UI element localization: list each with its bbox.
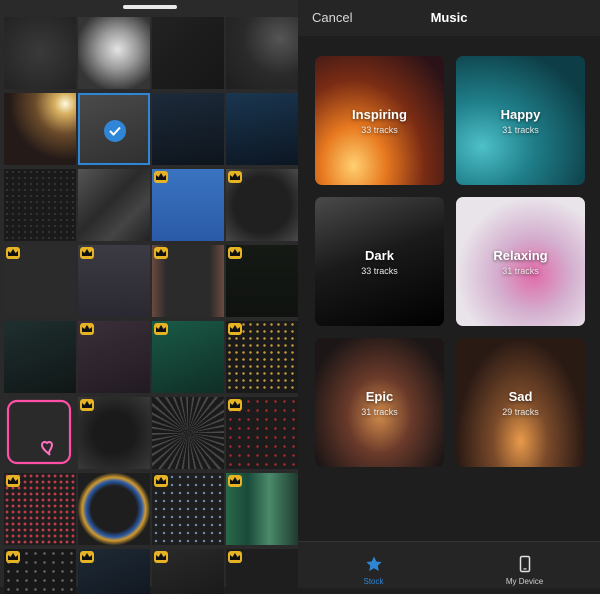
premium-crown-icon [228,171,242,183]
category-card-happy[interactable]: Happy 31 tracks [456,56,585,185]
premium-crown-icon [228,475,242,487]
premium-crown-icon [80,323,94,335]
premium-crown-icon [6,475,20,487]
category-card-inspiring[interactable]: Inspiring 33 tracks [315,56,444,185]
overlay-thumbnail[interactable] [78,473,150,545]
premium-crown-icon [154,475,168,487]
overlay-thumbnail[interactable] [226,321,298,393]
overlay-thumbnail[interactable] [4,397,76,469]
premium-crown-icon [80,551,94,563]
tab-label: My Device [505,577,544,586]
overlay-thumbnail[interactable] [152,245,224,317]
overlay-thumbnail[interactable] [4,245,76,317]
category-name: Happy [500,106,541,122]
premium-crown-icon [6,247,20,259]
overlay-thumbnail[interactable] [152,321,224,393]
overlay-thumbnail[interactable] [4,321,76,393]
category-track-count: 31 tracks [502,124,539,135]
category-name: Epic [365,388,394,404]
overlay-thumbnail[interactable] [4,17,76,89]
tab-stock[interactable]: Stock [298,542,449,588]
premium-crown-icon [154,323,168,335]
overlay-thumbnail[interactable] [4,549,76,594]
star-icon [365,556,382,571]
category-card-relaxing[interactable]: Relaxing 31 tracks [456,197,585,326]
category-track-count: 29 tracks [502,406,539,417]
phone-icon [519,555,530,573]
overlay-thumbnail[interactable] [78,321,150,393]
overlay-thumbnail[interactable] [226,473,298,545]
overlay-thumbnail[interactable] [78,17,150,89]
overlay-thumbnail[interactable] [78,93,150,165]
premium-crown-icon [6,551,20,563]
overlay-thumbnail[interactable] [226,549,298,594]
premium-crown-icon [228,247,242,259]
category-card-dark[interactable]: Dark 33 tracks [315,197,444,326]
overlay-thumbnail[interactable] [226,17,298,89]
overlay-thumbnail[interactable] [152,17,224,89]
premium-crown-icon [154,551,168,563]
premium-crown-icon [228,551,242,563]
selected-check-icon [104,120,126,142]
premium-crown-icon [228,399,242,411]
overlay-thumbnail[interactable] [152,397,224,469]
category-name: Relaxing [493,247,548,263]
overlay-thumbnail[interactable] [78,397,150,469]
overlay-thumbnail[interactable] [152,169,224,241]
overlay-thumbnail[interactable] [226,169,298,241]
drag-handle[interactable] [123,5,177,9]
neon-heart-frame [6,399,72,465]
premium-crown-icon [80,247,94,259]
premium-crown-icon [228,323,242,335]
category-track-count: 31 tracks [361,406,398,417]
category-card-sad[interactable]: Sad 29 tracks [456,338,585,467]
premium-crown-icon [80,399,94,411]
premium-crown-icon [154,247,168,259]
tab-label: Stock [363,577,384,586]
category-track-count: 31 tracks [502,265,539,276]
overlay-thumbnail[interactable] [152,473,224,545]
overlay-thumbnail[interactable] [226,245,298,317]
overlay-thumbnail[interactable] [78,169,150,241]
category-track-count: 33 tracks [361,265,398,276]
overlay-thumbnail[interactable] [226,397,298,469]
tab-my-device[interactable]: My Device [449,542,600,588]
category-name: Sad [508,388,533,404]
bottom-tab-bar: Stock My Device [298,541,600,588]
overlay-thumbnail[interactable] [78,549,150,594]
category-name: Inspiring [352,106,407,122]
category-track-count: 33 tracks [361,124,398,135]
premium-crown-icon [154,171,168,183]
category-name: Dark [365,247,394,263]
music-panel: Cancel Music Inspiring 33 tracks Happy 3… [298,0,600,588]
overlay-thumbnail[interactable] [4,93,76,165]
overlay-thumbnail[interactable] [78,245,150,317]
overlay-thumbnail[interactable] [4,169,76,241]
overlay-thumbnail[interactable] [226,93,298,165]
music-header: Cancel Music [298,0,600,36]
overlay-thumbnail[interactable] [152,93,224,165]
category-card-epic[interactable]: Epic 31 tracks [315,338,444,467]
overlay-thumbnail[interactable] [4,473,76,545]
overlay-picker-panel [0,0,298,594]
overlay-thumbnail[interactable] [152,549,224,594]
page-title: Music [430,10,468,25]
